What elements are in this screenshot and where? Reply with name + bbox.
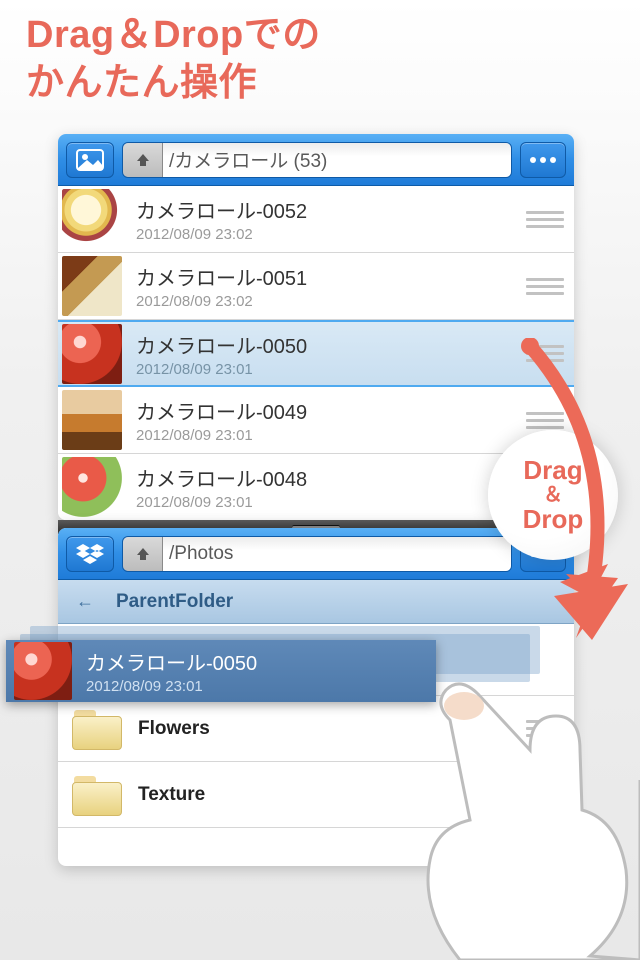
- photo-row[interactable]: カメラロール-0052 2012/08/09 23:02: [58, 186, 574, 253]
- destination-path-text[interactable]: /Photos: [163, 537, 511, 571]
- source-toolbar: /カメラロール (53): [58, 134, 574, 186]
- headline-line2: かんたん操作: [26, 60, 321, 108]
- source-path-text[interactable]: /カメラロール (53): [163, 143, 511, 177]
- photo-title: カメラロール-0051: [136, 262, 526, 291]
- photo-thumbnail: [62, 189, 122, 249]
- headline-line1: Drag＆Dropでの: [26, 12, 321, 60]
- drag-handle-icon[interactable]: [526, 408, 564, 432]
- folder-label: Flowers: [138, 718, 210, 740]
- up-folder-button[interactable]: [123, 537, 163, 571]
- folder-label: Texture: [138, 784, 205, 806]
- photo-title: カメラロール-0048: [136, 463, 526, 492]
- parent-folder-row[interactable]: ← ParentFolder: [58, 580, 574, 624]
- badge-line1: Drag: [523, 457, 582, 484]
- dropbox-icon: [76, 542, 104, 566]
- badge-amp: ＆: [543, 485, 563, 506]
- up-arrow-icon: [134, 546, 152, 562]
- photo-row[interactable]: カメラロール-0051 2012/08/09 23:02: [58, 253, 574, 320]
- photo-timestamp: 2012/08/09 23:01: [136, 427, 526, 444]
- hand-illustration: [380, 660, 640, 960]
- parent-folder-label: ParentFolder: [116, 591, 233, 613]
- photos-source-button[interactable]: [66, 142, 114, 178]
- photo-thumbnail: [62, 390, 122, 450]
- more-menu-button[interactable]: [520, 142, 566, 178]
- badge-line2: Drop: [523, 506, 584, 533]
- dragged-item-card[interactable]: カメラロール-0050 2012/08/09 23:01: [6, 640, 436, 702]
- up-arrow-icon: [134, 152, 152, 168]
- photo-title: カメラロール-0052: [136, 195, 526, 224]
- drag-handle-icon[interactable]: [526, 274, 564, 298]
- destination-path-bar: /Photos: [122, 536, 512, 572]
- ellipsis-icon: [530, 157, 556, 163]
- up-folder-button[interactable]: [123, 143, 163, 177]
- photo-icon: [76, 149, 104, 171]
- photo-row[interactable]: カメラロール-0049 2012/08/09 23:01: [58, 387, 574, 454]
- photo-timestamp: 2012/08/09 23:02: [136, 226, 526, 243]
- dragged-item-thumbnail: [14, 642, 72, 700]
- drag-drop-badge: Drag ＆ Drop: [488, 430, 618, 560]
- destination-toolbar: /Photos: [58, 528, 574, 580]
- photo-thumbnail: [62, 324, 122, 384]
- dropbox-source-button[interactable]: [66, 536, 114, 572]
- photo-timestamp: 2012/08/09 23:01: [136, 494, 526, 511]
- photo-thumbnail: [62, 457, 122, 517]
- promo-headline: Drag＆Dropでの かんたん操作: [26, 12, 321, 107]
- folder-icon: [72, 710, 120, 748]
- drag-handle-icon[interactable]: [526, 207, 564, 231]
- photo-row[interactable]: カメラロール-0050 2012/08/09 23:01: [58, 320, 574, 387]
- drag-handle-icon[interactable]: [526, 342, 564, 366]
- folder-icon: [72, 776, 120, 814]
- photo-title: カメラロール-0049: [136, 396, 526, 425]
- photo-timestamp: 2012/08/09 23:01: [136, 361, 526, 378]
- photo-thumbnail: [62, 256, 122, 316]
- source-path-bar: /カメラロール (53): [122, 142, 512, 178]
- photo-timestamp: 2012/08/09 23:02: [136, 293, 526, 310]
- photo-title: カメラロール-0050: [136, 330, 526, 359]
- back-arrow-icon: ←: [76, 591, 94, 612]
